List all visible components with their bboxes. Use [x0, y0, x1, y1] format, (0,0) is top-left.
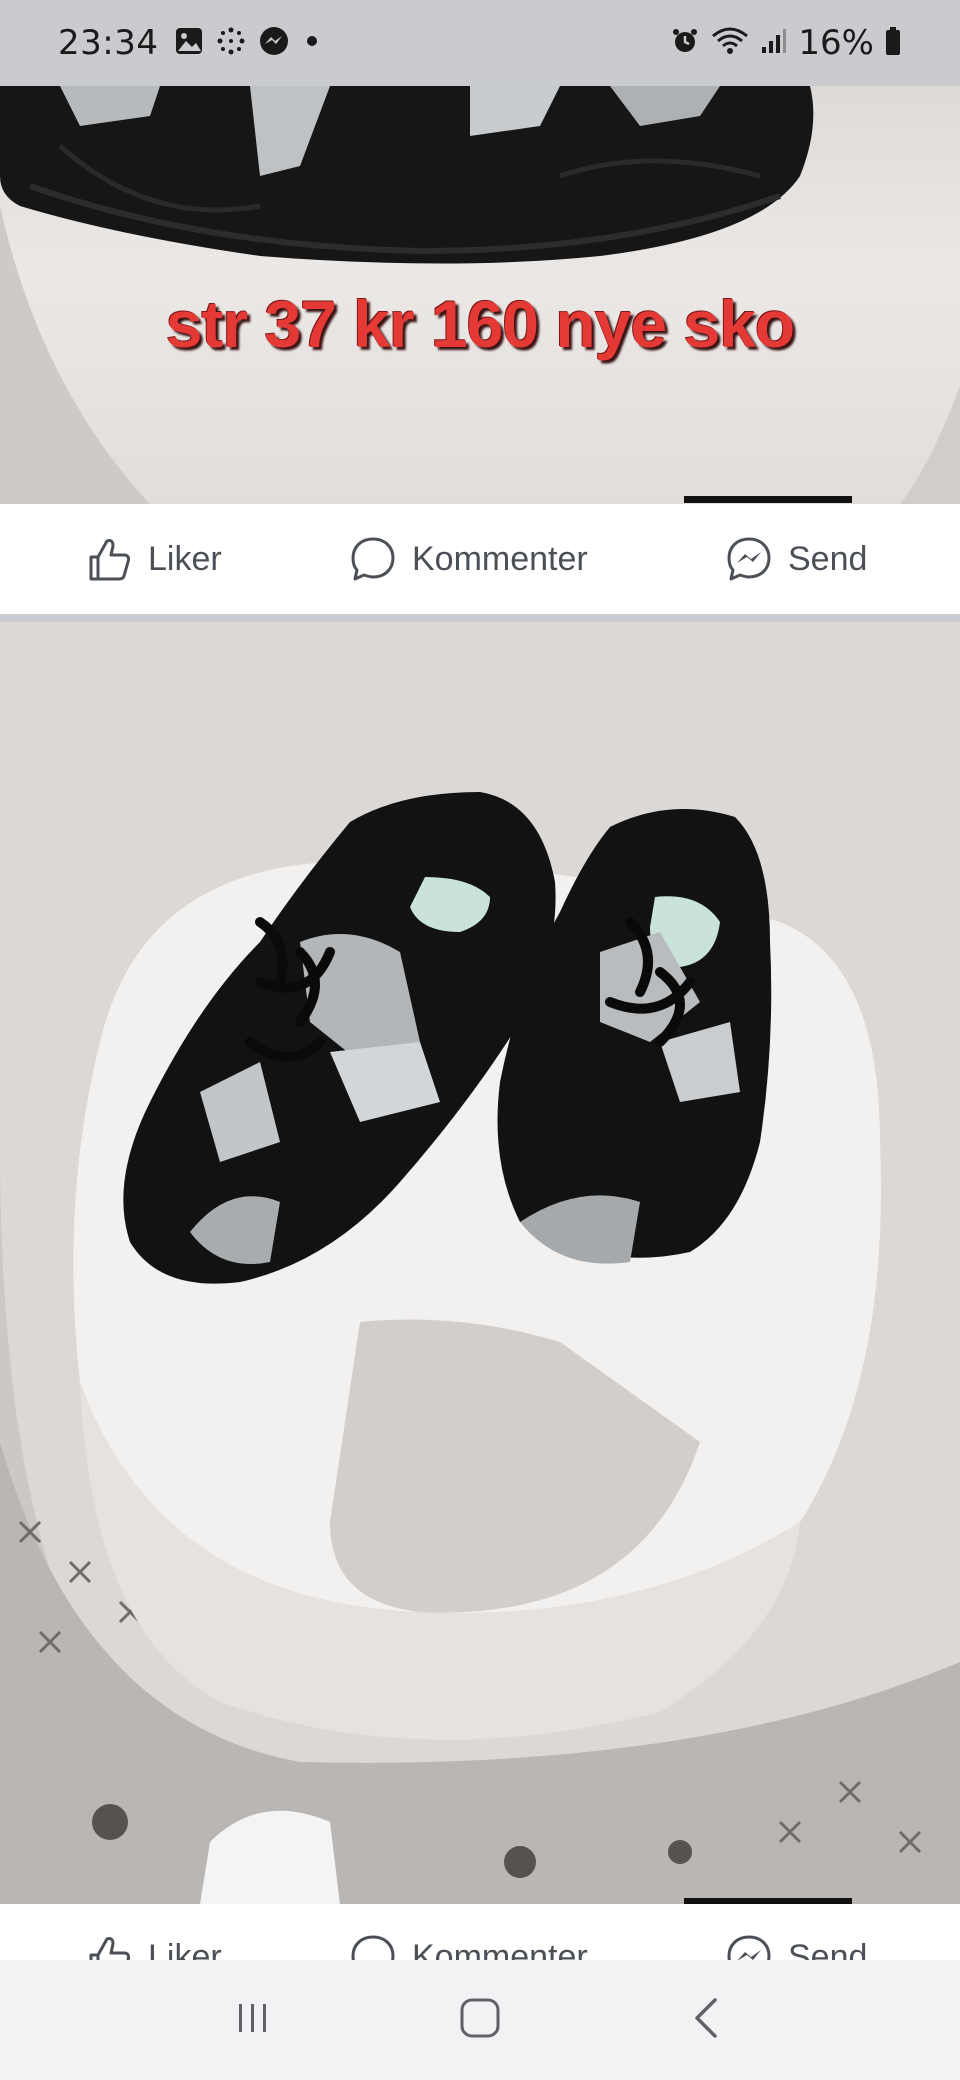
home-button[interactable] [440, 1980, 520, 2060]
gallery-icon [174, 26, 204, 61]
system-nav-bar [0, 1960, 960, 2080]
alarm-icon [670, 26, 700, 61]
status-time: 23:34 [58, 23, 159, 63]
messenger-send-icon [724, 1932, 774, 1960]
wifi-icon [710, 25, 750, 62]
comment-label: Kommenter [412, 539, 588, 578]
messenger-send-icon [724, 534, 774, 584]
comment-label-2: Kommenter [412, 1937, 588, 1961]
status-bar: 23:34 16% [0, 0, 960, 86]
post-photo-top[interactable]: str 37 kr 160 nye sko [0, 86, 960, 504]
post-photo-main[interactable] [0, 622, 960, 1904]
comment-button-2[interactable]: Kommenter [348, 1932, 588, 1960]
signal-icon [760, 27, 788, 60]
status-right-icons: 16% [670, 23, 902, 63]
battery-icon [884, 26, 902, 61]
sparkle-icon [216, 26, 246, 61]
battery-percentage: 16% [798, 23, 874, 63]
like-button-2[interactable]: Liker [84, 1932, 222, 1960]
messenger-icon [258, 25, 290, 62]
status-left-icons [174, 25, 322, 62]
send-button[interactable]: Send [724, 534, 867, 584]
shoe-image-main [0, 622, 960, 1904]
like-label: Liker [148, 539, 222, 578]
send-label-2: Send [788, 1937, 868, 1961]
back-icon [687, 1996, 727, 2045]
like-label-2: Liker [148, 1937, 222, 1961]
send-button-2[interactable]: Send [724, 1932, 867, 1960]
post-separator [0, 614, 960, 622]
recent-apps-icon [233, 1998, 273, 2043]
post-action-bar: Liker Kommenter Send [0, 504, 960, 614]
thumbs-up-icon [84, 1932, 134, 1960]
media-progress-indicator [684, 496, 852, 503]
recent-apps-button[interactable] [213, 1980, 293, 2060]
dot-icon [302, 31, 322, 56]
comment-bubble-icon [348, 1932, 398, 1960]
comment-button[interactable]: Kommenter [348, 534, 588, 584]
like-button[interactable]: Liker [84, 534, 222, 584]
home-icon [458, 1996, 502, 2045]
price-overlay-text: str 37 kr 160 nye sko [165, 287, 795, 361]
send-label: Send [788, 539, 868, 578]
comment-bubble-icon [348, 534, 398, 584]
back-button[interactable] [667, 1980, 747, 2060]
next-post-action-bar: Liker Kommenter Send [0, 1904, 960, 1960]
thumbs-up-icon [84, 534, 134, 584]
